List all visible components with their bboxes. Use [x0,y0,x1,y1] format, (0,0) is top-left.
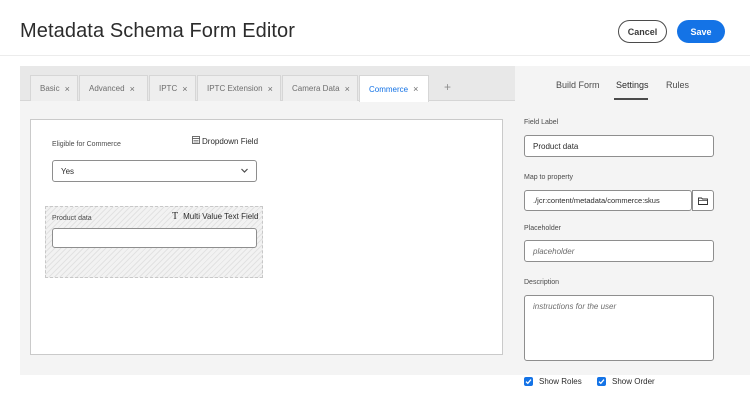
close-icon[interactable]: × [413,84,418,94]
field-label-input[interactable]: Product data [524,135,714,157]
tab-iptc-extension[interactable]: IPTC Extension × [197,75,281,101]
show-roles-checkbox[interactable]: Show Roles [524,377,582,386]
tab-camera-data[interactable]: Camera Data × [282,75,358,101]
tab-settings[interactable]: Settings [616,80,649,90]
tab-label: IPTC Extension [207,84,263,93]
cancel-button[interactable]: Cancel [618,20,667,43]
checkbox-checked-icon [597,377,606,386]
page-header: Metadata Schema Form Editor Cancel Save [0,0,750,56]
close-icon[interactable]: × [268,84,273,94]
dropdown-field-type: Dropdown Field [192,136,258,146]
dropdown-type-text: Dropdown Field [202,136,259,146]
show-roles-label: Show Roles [539,377,582,386]
tab-build-form[interactable]: Build Form [556,80,600,90]
placeholder-input[interactable]: placeholder [524,240,714,262]
tab-advanced[interactable]: Advanced × [79,75,148,101]
product-data-field-label: Product data [52,215,92,222]
show-order-checkbox[interactable]: Show Order [597,377,655,386]
tab-basic[interactable]: Basic × [30,75,78,101]
map-to-property-caption: Map to property [524,174,574,181]
save-button[interactable]: Save [677,20,725,43]
dropdown-field-label: Eligible for Commerce [52,141,121,148]
description-textarea[interactable]: instructions for the user [524,295,714,361]
tab-label: Basic [40,84,60,93]
text-icon: T [172,211,179,222]
placeholder-caption: Placeholder [524,225,561,232]
tab-label: Advanced [89,84,125,93]
tab-bar: Basic × Advanced × IPTC × IPTC Extension × C… [20,66,515,102]
product-data-input[interactable] [52,228,257,248]
close-icon[interactable]: × [182,84,187,94]
folder-icon[interactable] [692,190,714,211]
checkbox-checked-icon [524,377,533,386]
chevron-down-icon [240,166,249,177]
dropdown-icon [192,136,200,146]
add-tab-button[interactable]: + [444,80,451,94]
close-icon[interactable]: × [130,84,135,94]
active-tab-indicator [614,98,648,100]
tab-rules[interactable]: Rules [666,80,689,90]
map-to-property-input[interactable]: ./jcr:content/metadata/commerce:skus [524,190,692,211]
description-caption: Description [524,279,560,286]
field-label-caption: Field Label [524,119,559,126]
tab-commerce[interactable]: Commerce × [359,75,429,102]
close-icon[interactable]: × [65,84,70,94]
show-order-label: Show Order [612,377,655,386]
tab-iptc[interactable]: IPTC × [149,75,196,101]
multitext-type-text: Multi Value Text Field [183,212,259,221]
eligible-commerce-select[interactable]: Yes [52,160,257,182]
page-title: Metadata Schema Form Editor [20,20,296,42]
multitext-field-type: T Multi Value Text Field [172,211,258,222]
select-value: Yes [61,166,75,176]
tab-label: Commerce [369,84,409,94]
tab-label: Camera Data [292,84,340,93]
tab-label: IPTC [159,84,178,93]
close-icon[interactable]: × [345,84,350,94]
